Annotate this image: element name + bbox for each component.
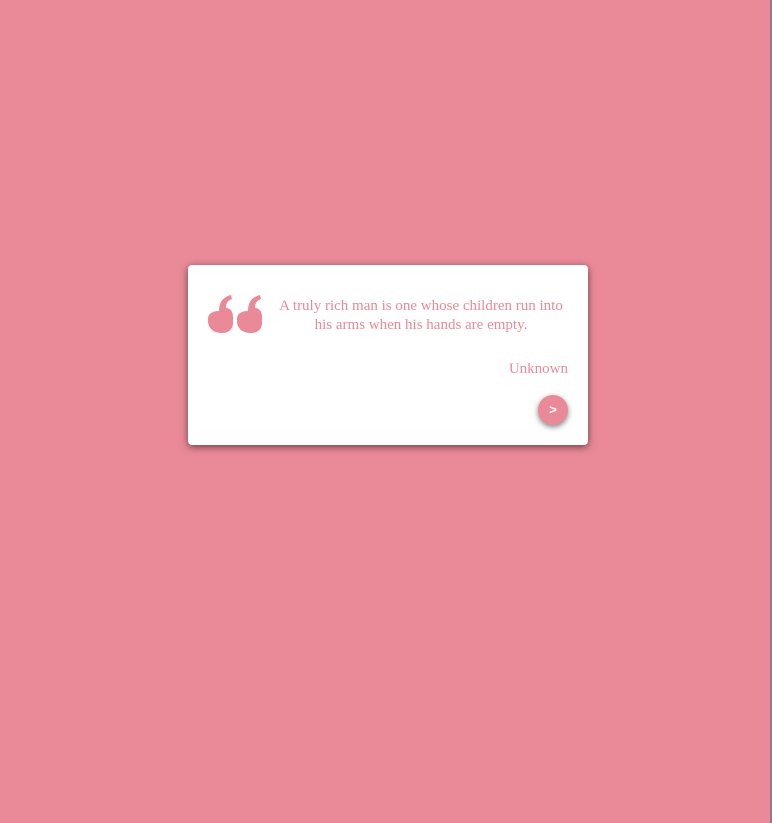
next-quote-button[interactable]: >	[538, 395, 568, 425]
quote-author: Unknown	[508, 361, 568, 377]
quote-left-icon	[207, 295, 263, 335]
quote-text: A truly rich man is one whose children r…	[279, 298, 563, 333]
quote-card: A truly rich man is one whose children r…	[188, 265, 588, 445]
